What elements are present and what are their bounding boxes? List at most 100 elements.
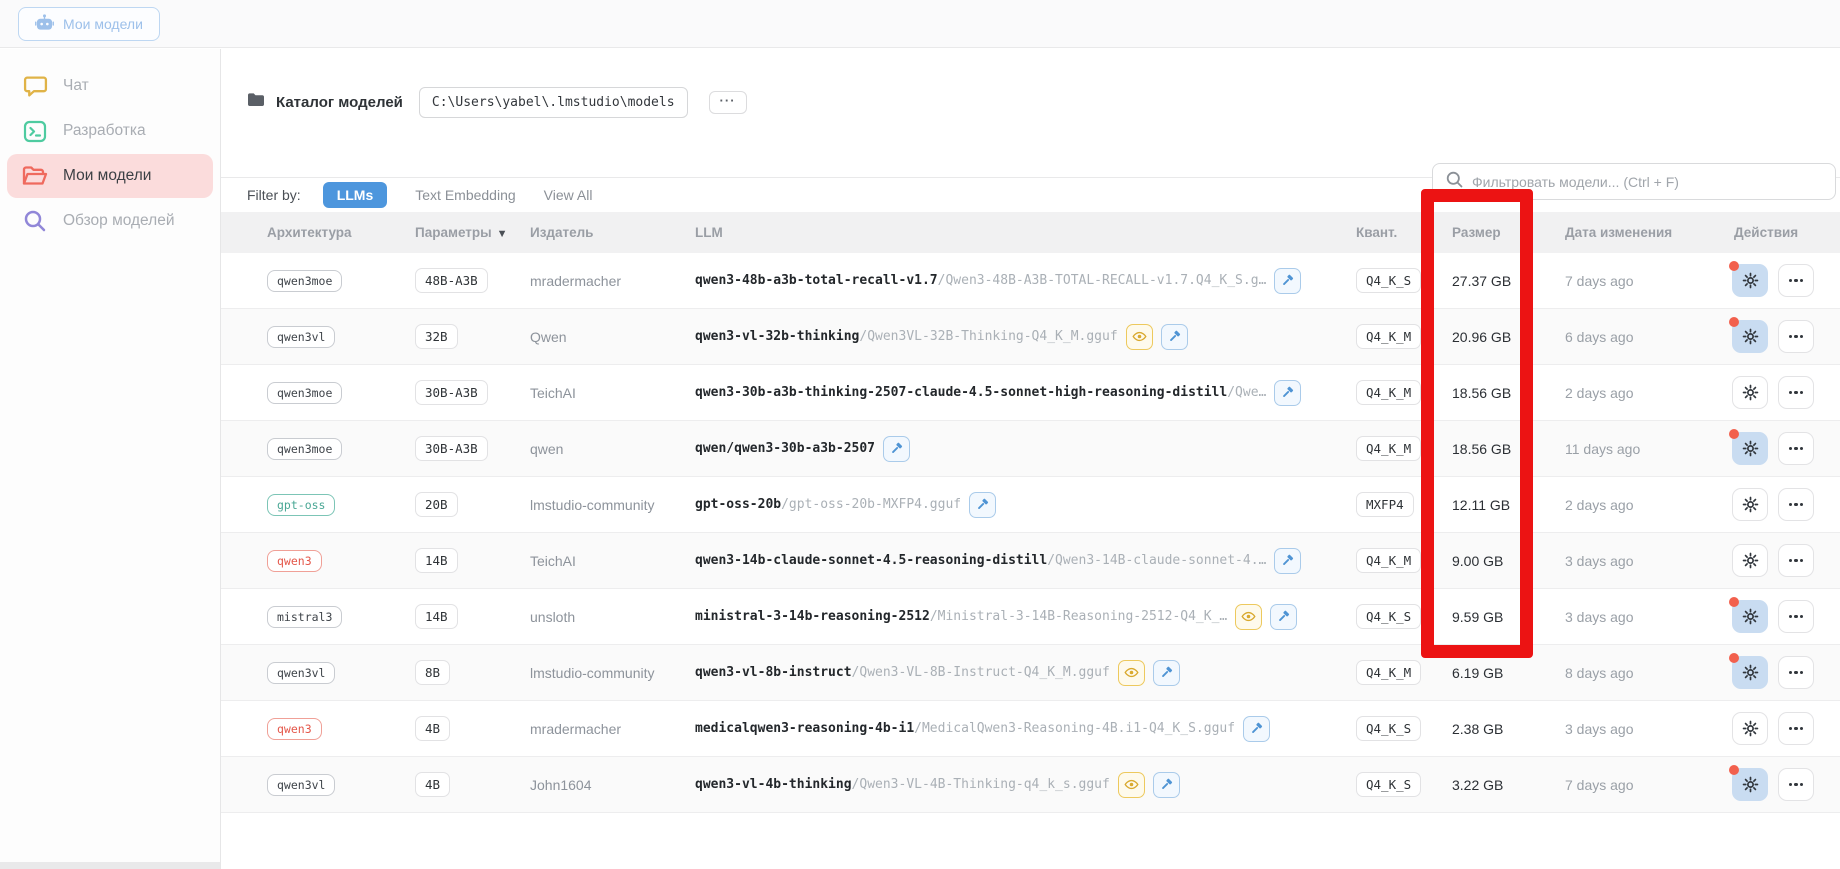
- model-row[interactable]: qwen3 14B TeichAI qwen3-14b-claude-sonne…: [221, 533, 1840, 589]
- architecture-badge: qwen3moe: [267, 381, 343, 404]
- model-more-button[interactable]: [1778, 320, 1814, 353]
- sidebar-item-develop[interactable]: Разработка: [7, 109, 213, 153]
- model-settings-button[interactable]: [1732, 712, 1768, 745]
- model-settings-button[interactable]: [1729, 429, 1768, 465]
- search-placeholder: Фильтровать модели... (Ctrl + F): [1472, 173, 1679, 190]
- model-search-input[interactable]: Фильтровать модели... (Ctrl + F): [1432, 163, 1836, 200]
- quant-badge: Q4_K_M: [1356, 324, 1422, 349]
- search-icon: [1446, 171, 1463, 193]
- params-badge: 30B-A3B: [415, 436, 488, 461]
- params-badge: 4B: [415, 772, 451, 797]
- model-more-button[interactable]: [1778, 376, 1814, 409]
- quant-badge: Q4_K_M: [1356, 660, 1422, 685]
- params-badge: 30B-A3B: [415, 380, 488, 405]
- column-llm[interactable]: LLM: [695, 225, 1356, 240]
- actions-cell: [1716, 261, 1816, 297]
- model-settings-button[interactable]: [1729, 765, 1768, 801]
- sidebar: Чат Разработка Мои модели Обзор моделей: [0, 49, 221, 869]
- directory-more-button[interactable]: ···: [708, 90, 747, 114]
- publisher-label: TeichAI: [530, 552, 576, 569]
- column-quant[interactable]: Квант.: [1356, 225, 1446, 240]
- model-row[interactable]: mistral3 14B unsloth ministral-3-14b-rea…: [221, 589, 1840, 645]
- model-size: 20.96 GB: [1452, 328, 1512, 345]
- model-more-button[interactable]: [1778, 600, 1814, 633]
- loaded-model-button-label: Мои модели: [63, 15, 143, 32]
- actions-cell: [1716, 653, 1816, 689]
- column-architecture[interactable]: Архитектура: [267, 225, 415, 240]
- model-settings-button[interactable]: [1732, 544, 1768, 577]
- filter-tab-text-embedding[interactable]: Text Embedding: [415, 187, 515, 203]
- chat-icon: [22, 75, 48, 98]
- model-name-cell: qwen3-30b-a3b-thinking-2507-claude-4.5-s…: [695, 379, 1356, 406]
- update-available-dot: [1729, 765, 1739, 775]
- gear-icon: [1742, 608, 1758, 625]
- filter-tab-view-all[interactable]: View All: [544, 187, 593, 203]
- model-settings-button[interactable]: [1729, 653, 1768, 689]
- model-settings-button[interactable]: [1729, 261, 1768, 297]
- topbar: Мои модели: [0, 0, 1840, 48]
- model-settings-button[interactable]: [1729, 317, 1768, 353]
- model-more-button[interactable]: [1778, 712, 1814, 745]
- table-header: Архитектура Параметры ▼ Издатель LLM Кван…: [221, 212, 1840, 253]
- sidebar-bottom-strip: [0, 862, 220, 869]
- column-params[interactable]: Параметры ▼: [415, 225, 530, 240]
- model-more-button[interactable]: [1778, 432, 1814, 465]
- model-more-button[interactable]: [1778, 768, 1814, 801]
- column-publisher[interactable]: Издатель: [530, 225, 695, 240]
- column-modified[interactable]: Дата изменения: [1551, 225, 1716, 240]
- modified-date: 3 days ago: [1565, 608, 1634, 625]
- gear-icon: [1742, 664, 1758, 681]
- architecture-badge: gpt-oss: [267, 493, 336, 516]
- model-row[interactable]: qwen3vl 32B Qwen qwen3-vl-32b-thinking/Q…: [221, 309, 1840, 365]
- model-row[interactable]: qwen3vl 4B John1604 qwen3-vl-4b-thinking…: [221, 757, 1840, 813]
- sidebar-item-label: Разработка: [63, 122, 146, 139]
- actions-cell: [1716, 376, 1816, 409]
- model-settings-button[interactable]: [1732, 376, 1768, 409]
- tool-use-capability-icon: [1160, 323, 1188, 350]
- model-name-cell: qwen3-vl-32b-thinking/Qwen3VL-32B-Thinki…: [695, 323, 1356, 350]
- quant-badge: Q4_K_M: [1356, 436, 1422, 461]
- sidebar-item-chat[interactable]: Чат: [7, 64, 213, 108]
- model-name: qwen3-vl-32b-thinking: [695, 329, 860, 344]
- models-directory-label: Каталог моделей: [276, 93, 403, 111]
- open-folder-icon: [22, 165, 48, 187]
- model-row[interactable]: qwen3vl 8B lmstudio-community qwen3-vl-8…: [221, 645, 1840, 701]
- models-directory-row: Каталог моделей C:\Users\yabel\.lmstudio…: [247, 85, 747, 119]
- sidebar-item-label: Чат: [63, 77, 89, 94]
- model-more-button[interactable]: [1778, 544, 1814, 577]
- architecture-badge: qwen3vl: [267, 773, 336, 796]
- model-name: qwen3-14b-claude-sonnet-4.5-reasoning-di…: [695, 553, 1048, 568]
- filter-by-label: Filter by:: [247, 187, 301, 203]
- sidebar-item-label: Мои модели: [63, 167, 152, 184]
- filter-tab-llms[interactable]: LLMs: [322, 182, 388, 208]
- model-more-button[interactable]: [1778, 656, 1814, 689]
- architecture-badge: qwen3moe: [267, 269, 343, 292]
- sidebar-item-my-models[interactable]: Мои модели: [7, 154, 213, 198]
- params-badge: 32B: [415, 324, 458, 349]
- modified-date: 2 days ago: [1565, 496, 1634, 513]
- model-row[interactable]: qwen3 4B mradermacher medicalqwen3-reaso…: [221, 701, 1840, 757]
- models-directory-path[interactable]: C:\Users\yabel\.lmstudio\models: [418, 86, 688, 118]
- model-size: 6.19 GB: [1452, 664, 1504, 681]
- publisher-label: TeichAI: [530, 384, 576, 401]
- tool-use-capability-icon: [1152, 771, 1180, 798]
- sidebar-item-model-overview[interactable]: Обзор моделей: [7, 199, 213, 243]
- model-table-body: qwen3moe 48B-A3B mradermacher qwen3-48b-…: [221, 253, 1840, 813]
- model-settings-button[interactable]: [1729, 597, 1768, 633]
- model-more-button[interactable]: [1778, 264, 1814, 297]
- architecture-badge: qwen3vl: [267, 661, 336, 684]
- column-size[interactable]: Размер: [1446, 225, 1551, 240]
- loaded-model-button[interactable]: Мои модели: [18, 6, 160, 41]
- column-actions: Действия: [1734, 225, 1799, 240]
- tool-use-capability-icon: [1274, 379, 1302, 406]
- params-badge: 14B: [415, 604, 458, 629]
- model-row[interactable]: qwen3moe 48B-A3B mradermacher qwen3-48b-…: [221, 253, 1840, 309]
- model-name-cell: gpt-oss-20b/gpt-oss-20b-MXFP4.gguf: [695, 491, 1356, 518]
- model-row[interactable]: qwen3moe 30B-A3B TeichAI qwen3-30b-a3b-t…: [221, 365, 1840, 421]
- model-settings-button[interactable]: [1732, 488, 1768, 521]
- model-name: ministral-3-14b-reasoning-2512: [695, 609, 930, 624]
- model-more-button[interactable]: [1778, 488, 1814, 521]
- model-row[interactable]: gpt-oss 20B lmstudio-community gpt-oss-2…: [221, 477, 1840, 533]
- my-models-page: Каталог моделей C:\Users\yabel\.lmstudio…: [221, 49, 1840, 869]
- model-row[interactable]: qwen3moe 30B-A3B qwen qwen/qwen3-30b-a3b…: [221, 421, 1840, 477]
